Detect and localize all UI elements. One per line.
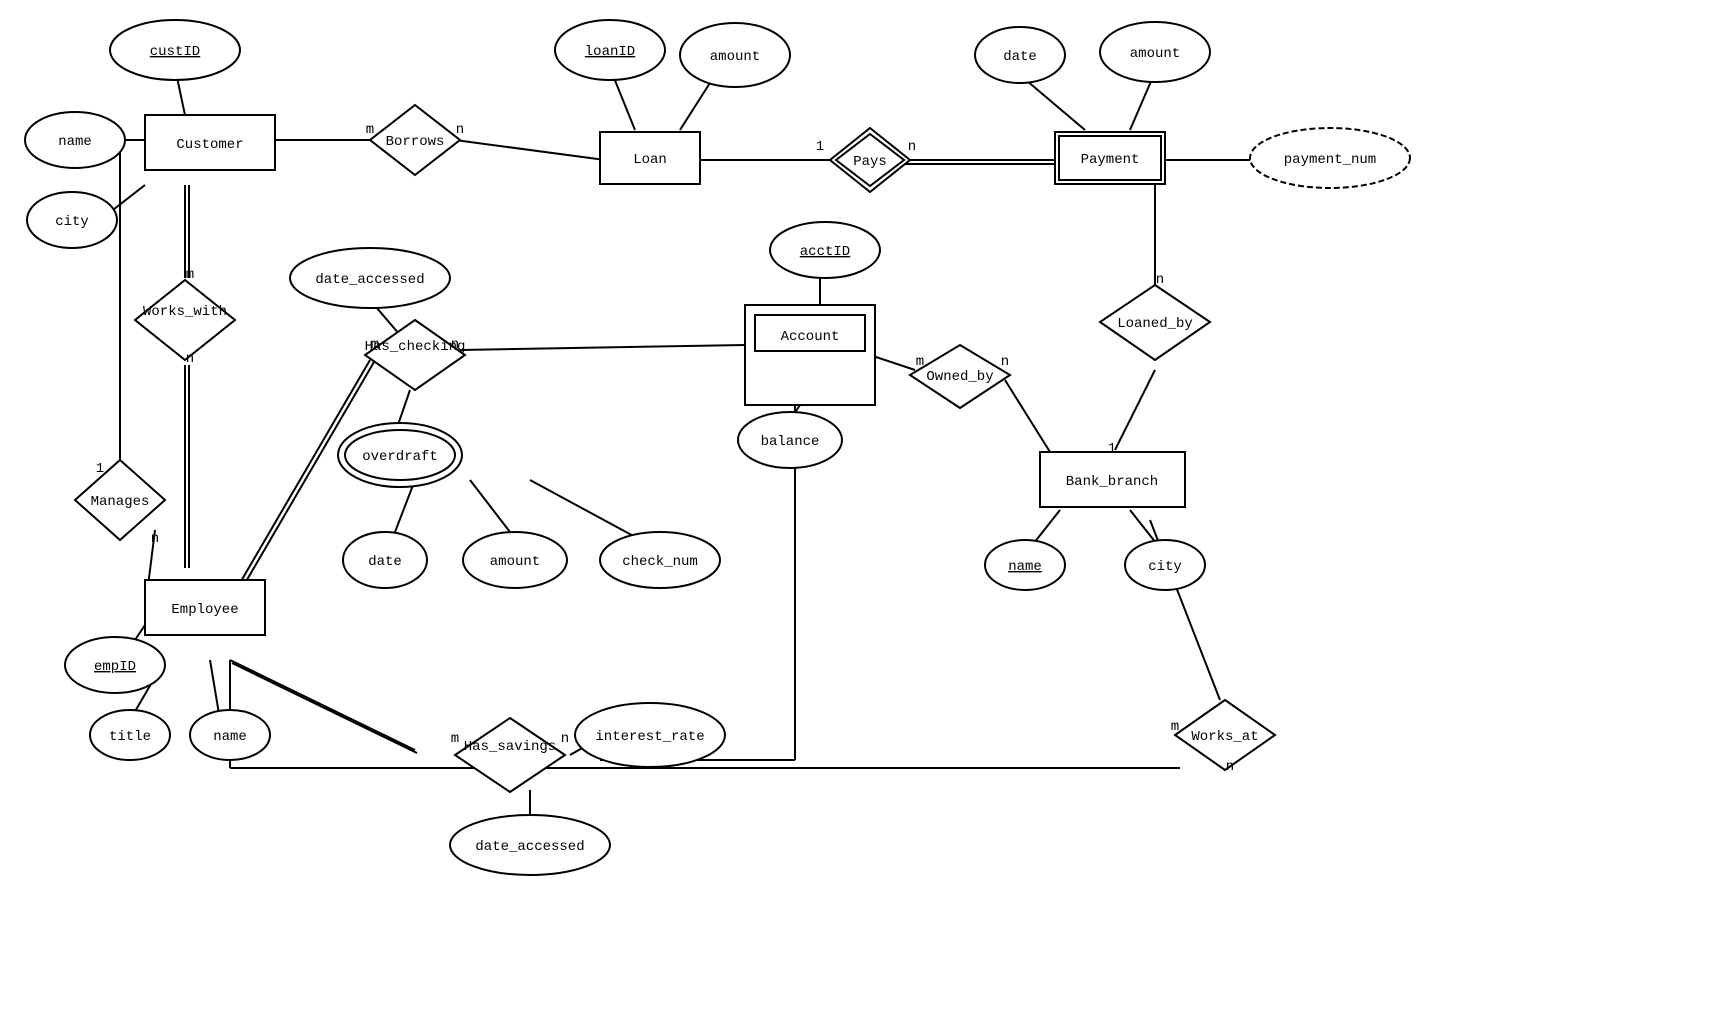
card-worksat-m: m — [1171, 719, 1179, 735]
card-borrows-m: m — [366, 122, 374, 138]
attr-empid-label: empID — [94, 659, 136, 675]
er-diagram: custID name city loanID amount date amou… — [0, 0, 1720, 1018]
card-pays-n: n — [908, 139, 916, 155]
entity-account-label: Account — [781, 329, 840, 345]
attr-date-checking-label: date — [368, 554, 402, 570]
card-haschecking-m: m — [371, 337, 379, 353]
entity-bankbranch-label: Bank_branch — [1066, 474, 1158, 490]
card-workswith-n: n — [186, 351, 194, 367]
rel-workswith-label: Works_with — [143, 304, 227, 320]
entity-customer-label: Customer — [176, 137, 243, 153]
card-loanedby-n-top: n — [1156, 272, 1164, 288]
line-loanedby-bankbranch — [1115, 370, 1155, 450]
attr-dateaccessed-bottom-label: date_accessed — [475, 839, 584, 855]
attr-name-bankbranch-label: name — [1008, 559, 1042, 575]
entity-payment-label: Payment — [1081, 152, 1140, 168]
attr-interestrate-label: interest_rate — [595, 729, 704, 745]
line-haschecking-account — [460, 345, 745, 350]
attr-name-customer-label: name — [58, 134, 92, 150]
rel-pays-label: Pays — [853, 154, 887, 170]
attr-checknum-label: check_num — [622, 554, 698, 570]
rel-workswith — [135, 280, 235, 360]
attr-date-payment-label: date — [1003, 49, 1037, 65]
attr-title-label: title — [109, 729, 151, 745]
card-loanedby-1: 1 — [1108, 441, 1116, 457]
rel-hassavings — [455, 718, 565, 792]
card-manages-1: 1 — [96, 461, 104, 477]
attr-city-customer-label: city — [55, 214, 89, 230]
rel-borrows-label: Borrows — [386, 134, 445, 150]
attr-overdraft-label: overdraft — [362, 449, 438, 465]
rel-haschecking — [365, 320, 465, 390]
attr-acctid-label: acctID — [800, 244, 850, 260]
attr-amount-loan-label: amount — [710, 49, 760, 65]
attr-balance-label: balance — [761, 434, 820, 450]
rel-ownedby-label: Owned_by — [926, 369, 993, 385]
line-ownedby-bankbranch — [1005, 380, 1055, 460]
rel-hassavings-label: Has_savings — [464, 739, 556, 755]
attr-name-employee-label: name — [213, 729, 247, 745]
attr-dateaccessed-top-label: date_accessed — [315, 272, 424, 288]
card-hassavings-n: n — [561, 731, 569, 747]
entity-employee-label: Employee — [171, 602, 238, 618]
attr-paymentnum-label: payment_num — [1284, 152, 1376, 168]
card-borrows-n: n — [456, 122, 464, 138]
attr-city-bankbranch-label: city — [1148, 559, 1182, 575]
attr-amount-checking-label: amount — [490, 554, 540, 570]
entity-loan-label: Loan — [633, 152, 667, 168]
line-borrows-loan — [455, 140, 605, 160]
card-hassavings-m: m — [451, 731, 459, 747]
attr-custid-label: custID — [150, 44, 200, 60]
card-workswith-m: m — [186, 267, 194, 283]
rel-loanedby-label: Loaned_by — [1117, 316, 1193, 332]
line-account-ownedby — [870, 355, 915, 370]
card-worksat-n: n — [1226, 759, 1234, 775]
card-manages-n: n — [151, 531, 159, 547]
card-ownedby-n: n — [1001, 354, 1009, 370]
card-haschecking-n: n — [451, 337, 459, 353]
attr-loanid-label: loanID — [585, 44, 635, 60]
card-pays-1: 1 — [816, 139, 824, 155]
card-ownedby-m: m — [916, 354, 924, 370]
rel-manages-label: Manages — [91, 494, 150, 510]
rel-worksat-label: Works_at — [1191, 729, 1258, 745]
attr-amount-payment-label: amount — [1130, 46, 1180, 62]
